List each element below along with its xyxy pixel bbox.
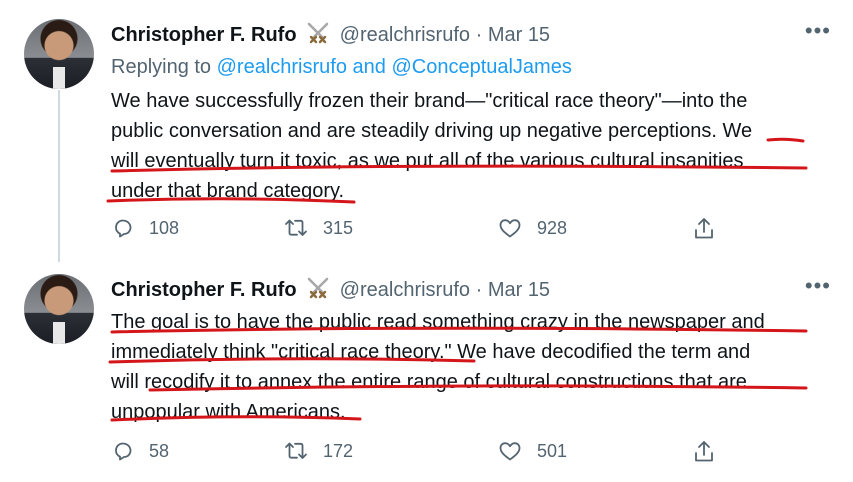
retweet-count: 172 bbox=[323, 440, 354, 461]
tweet-actions: 58 172 501 bbox=[111, 439, 731, 469]
tweet-header: Christopher F. Rufo @realchrisrufo · Mar… bbox=[111, 22, 550, 50]
crossed-swords-icon bbox=[306, 22, 330, 50]
tweet-text-line: immediately think "critical race theory.… bbox=[111, 341, 751, 363]
replying-prefix: Replying to bbox=[111, 56, 217, 78]
reply-icon bbox=[115, 219, 132, 238]
reply-button[interactable]: 108 bbox=[111, 216, 179, 240]
more-options-icon[interactable]: ••• bbox=[805, 273, 831, 299]
tweet-date[interactable]: Mar 15 bbox=[488, 24, 550, 46]
tweet-date[interactable]: Mar 15 bbox=[488, 279, 550, 301]
like-count: 501 bbox=[537, 440, 568, 461]
tweet-text-line: will recodify it to annex the entire ran… bbox=[111, 371, 747, 393]
more-options-icon[interactable]: ••• bbox=[805, 18, 831, 44]
tweet-text-line: The goal is to have the public read some… bbox=[111, 311, 765, 333]
retweet-icon bbox=[285, 442, 307, 459]
author-handle[interactable]: @realchrisrufo bbox=[340, 279, 470, 301]
share-button[interactable] bbox=[692, 439, 716, 465]
tweet-text-line: unpopular with Americans. bbox=[111, 401, 346, 423]
tweet-text: The goal is to have the public read some… bbox=[111, 307, 823, 427]
reply-button[interactable]: 58 bbox=[111, 439, 169, 463]
tweet-text-line: under that brand category. bbox=[111, 180, 345, 202]
avatar[interactable] bbox=[24, 274, 94, 344]
reply-count: 58 bbox=[149, 440, 170, 461]
tweet-actions: 108 315 928 bbox=[111, 216, 731, 246]
like-button[interactable]: 928 bbox=[497, 216, 567, 240]
share-icon bbox=[695, 441, 713, 462]
author-handle[interactable]: @realchrisrufo bbox=[340, 24, 470, 46]
share-button[interactable] bbox=[692, 216, 716, 242]
heart-icon bbox=[499, 219, 521, 238]
tweet-1[interactable]: Christopher F. Rufo @realchrisrufo · Mar… bbox=[0, 0, 853, 262]
replying-handles-link[interactable]: @realchrisrufo and @ConceptualJames bbox=[217, 56, 572, 78]
tweet-text-line: will eventually turn it toxic, as we put… bbox=[111, 150, 744, 172]
tweet-text: We have successfully frozen their brand—… bbox=[111, 86, 823, 206]
heart-icon bbox=[499, 442, 521, 461]
retweet-count: 315 bbox=[323, 217, 354, 238]
tweet-2[interactable]: Christopher F. Rufo @realchrisrufo · Mar… bbox=[0, 262, 853, 482]
crossed-swords-icon bbox=[306, 277, 330, 305]
separator-dot: · bbox=[475, 24, 483, 46]
tweet-header: Christopher F. Rufo @realchrisrufo · Mar… bbox=[111, 277, 550, 305]
like-button[interactable]: 501 bbox=[497, 439, 567, 463]
reply-count: 108 bbox=[149, 217, 180, 238]
retweet-button[interactable]: 172 bbox=[283, 439, 353, 463]
retweet-button[interactable]: 315 bbox=[283, 216, 353, 240]
share-icon bbox=[695, 218, 713, 239]
tweet-text-line: public conversation and are steadily dri… bbox=[111, 120, 753, 142]
avatar[interactable] bbox=[24, 19, 94, 89]
author-name[interactable]: Christopher F. Rufo bbox=[111, 24, 297, 46]
separator-dot: · bbox=[475, 279, 483, 301]
like-count: 928 bbox=[537, 217, 568, 238]
thread-line bbox=[58, 90, 60, 262]
author-name[interactable]: Christopher F. Rufo bbox=[111, 279, 297, 301]
tweet-text-line: We have successfully frozen their brand—… bbox=[111, 90, 748, 112]
retweet-icon bbox=[285, 219, 307, 236]
reply-icon bbox=[115, 442, 132, 461]
replying-to: Replying to @realchrisrufo and @Conceptu… bbox=[111, 56, 572, 79]
